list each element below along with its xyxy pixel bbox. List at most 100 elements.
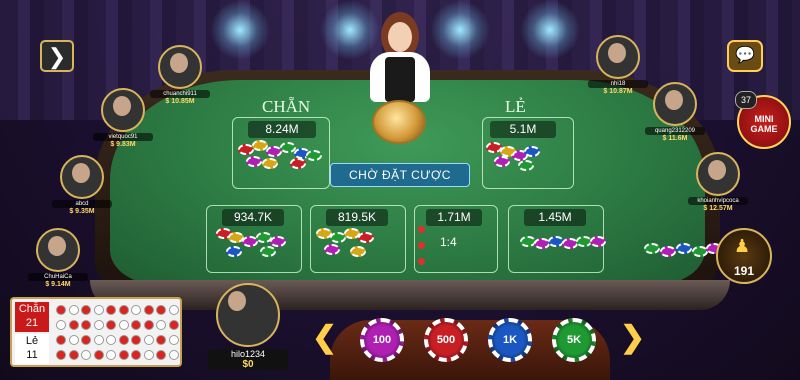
history-chan-tally: Chẵn 21: [15, 302, 49, 332]
bet-chip-label: 1K: [502, 334, 518, 346]
player-seat-2[interactable]: vietquoc91 $ 9.83M: [93, 88, 153, 148]
player-money: $ 10.85M: [165, 98, 195, 105]
history-dot: [56, 335, 66, 345]
self-player: hilo1234 $0: [208, 283, 288, 370]
bet-zone-side-4-amount: 1.45M: [524, 209, 586, 226]
history-dot: [168, 335, 179, 345]
people-icon: ♟: [734, 236, 751, 256]
history-le-label: Lẻ: [25, 335, 39, 347]
history-dot: [68, 350, 79, 360]
history-dot: [106, 350, 116, 360]
history-dot: [81, 320, 91, 330]
player-avatar: [36, 228, 80, 272]
bet-chip-label: 100: [372, 334, 392, 346]
player-seat-7[interactable]: khoianhvipcoca $ 12.57M: [688, 152, 748, 212]
player-seat-4[interactable]: ChuHaiCa $ 9.14M: [28, 228, 88, 288]
bet-chip-label: 500: [436, 334, 456, 346]
chips-prev-button[interactable]: ❮: [312, 320, 337, 355]
spotlight: [210, 0, 270, 60]
history-dot: [68, 305, 79, 315]
history-dot: [168, 320, 179, 330]
chips-next-button[interactable]: ❯: [620, 320, 645, 355]
history-dot: [131, 350, 141, 360]
bet-chip-5k[interactable]: 5K: [552, 318, 596, 362]
bet-chip-1k[interactable]: 1K: [488, 318, 532, 362]
bet-chip-500[interactable]: 500: [424, 318, 468, 362]
history-dot: [93, 335, 104, 345]
player-avatar: [60, 155, 104, 199]
spotlight: [520, 0, 580, 60]
history-chan-label: Chẵn: [18, 303, 46, 315]
history-dot: [118, 350, 129, 360]
history-dot: [68, 320, 79, 330]
bet-zone-chan-label: CHẴN: [262, 97, 311, 116]
spotlight: [430, 0, 490, 60]
dice-bowl: [372, 100, 426, 144]
player-seat-3[interactable]: abcd $ 9.35M: [52, 155, 112, 215]
history-dot: [106, 320, 116, 330]
betting-status-banner: CHỜ ĐẶT CƯỢC: [330, 163, 470, 187]
arrow-right-icon: ❯: [47, 44, 67, 69]
player-avatar: [101, 88, 145, 132]
player-avatar: [653, 82, 697, 126]
history-dot: [93, 350, 104, 360]
bet-zone-side-3-ratio: 1:4: [440, 235, 457, 249]
player-money: $ 11.6M: [662, 135, 688, 142]
player-seat-1[interactable]: chuanchi911 $ 10.85M: [150, 45, 210, 105]
history-dot: [143, 335, 154, 345]
history-dot: [56, 350, 66, 360]
player-avatar: [696, 152, 740, 196]
chat-icon: 💬: [735, 47, 755, 64]
history-dot: [93, 320, 104, 330]
history-dot: [131, 320, 141, 330]
history-dot: [93, 305, 104, 315]
dice-dot: [418, 226, 425, 233]
chat-button[interactable]: 💬: [727, 40, 763, 72]
result-history-board: Chẵn 21 Lẻ 11: [10, 297, 182, 367]
history-le-tally: Lẻ 11: [15, 334, 49, 364]
dice-dot: [418, 258, 425, 265]
game-stage: CHẴN 8.24M LẺ 5.1M CHỜ ĐẶT CƯỢC 934.7K 8…: [0, 0, 800, 380]
chevron-left-icon: ❮: [312, 321, 338, 354]
history-dot: [156, 305, 166, 315]
history-dot: [143, 305, 154, 315]
player-money: $ 9.35M: [69, 208, 95, 215]
bet-chip-label: 5K: [566, 334, 582, 346]
table-front-edge: [90, 280, 730, 310]
player-name: chuanchi911: [150, 90, 210, 98]
history-dot: [143, 320, 154, 330]
history-dot: [131, 305, 141, 315]
mini-game-button[interactable]: 37 MINI GAME: [735, 91, 791, 149]
player-name: quang2312209: [645, 127, 705, 135]
self-name: hilo1234: [208, 349, 288, 359]
dealer: [365, 12, 435, 102]
player-avatar: [158, 45, 202, 89]
history-le-count: 11: [26, 349, 38, 361]
player-name: nhi18: [588, 80, 648, 88]
history-dot: [118, 305, 129, 315]
bet-zone-side-3-amount: 1.71M: [426, 209, 482, 226]
online-players-button[interactable]: ♟ 191: [716, 228, 772, 284]
player-seat-6[interactable]: quang2312209 $ 11.6M: [645, 82, 705, 142]
bet-zone-side-2-amount: 819.5K: [326, 209, 388, 226]
history-dot: [156, 350, 166, 360]
history-dot: [168, 305, 179, 315]
history-dot: [118, 320, 129, 330]
mini-game-label-line2: GAME: [750, 124, 778, 134]
mini-game-count: 37: [735, 91, 757, 109]
player-seat-5[interactable]: nhi18 $ 10.87M: [588, 35, 648, 95]
history-dot: [106, 305, 116, 315]
player-avatar: [596, 35, 640, 79]
history-dot: [68, 335, 79, 345]
menu-toggle-button[interactable]: ❯: [40, 40, 74, 72]
history-dot: [168, 350, 179, 360]
mini-game-label-line1: MINI: [754, 114, 774, 124]
player-name: abcd: [52, 200, 112, 208]
history-dot: [118, 335, 129, 345]
bet-chip-100[interactable]: 100: [360, 318, 404, 362]
history-dot: [56, 305, 66, 315]
bet-zone-chan-amount: 8.24M: [248, 121, 316, 138]
history-dot: [143, 350, 154, 360]
history-dot: [156, 320, 166, 330]
player-money: $ 9.83M: [110, 141, 136, 148]
